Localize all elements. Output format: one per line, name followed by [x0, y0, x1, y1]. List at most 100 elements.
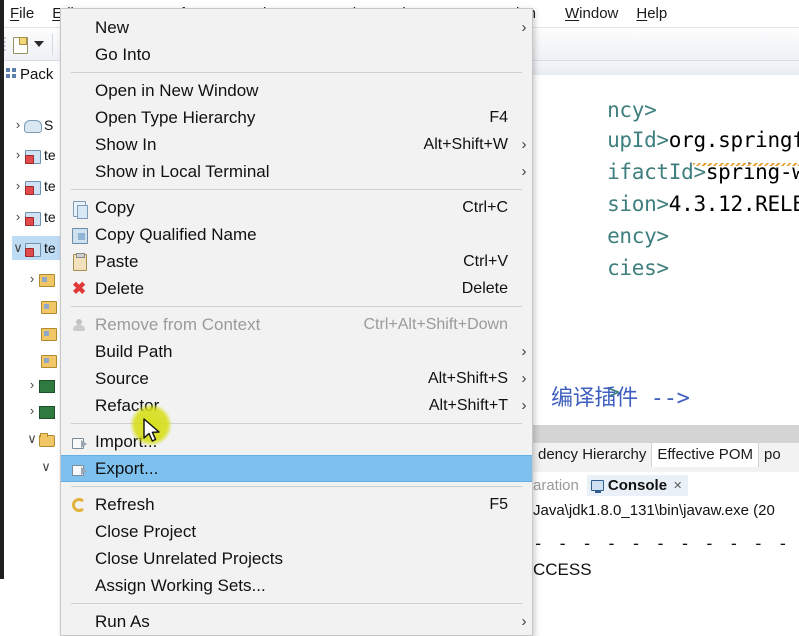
collapse-chevron-icon[interactable]: ∨ — [26, 573, 38, 579]
import-icon — [69, 432, 95, 452]
context-menu-label: Go Into — [95, 44, 151, 64]
context-menu-item-run-as[interactable]: Run As › — [61, 608, 532, 635]
menu-item-window[interactable]: Window — [565, 5, 618, 22]
copy-qualified-name-icon — [69, 225, 95, 245]
collapse-chevron-icon[interactable]: ∨ — [12, 236, 24, 260]
tree-item-6[interactable] — [40, 294, 60, 318]
console-tab-label: Console — [607, 476, 668, 494]
context-menu-label: Open in New Window — [95, 80, 259, 100]
tree-item-8[interactable] — [40, 348, 60, 372]
context-menu-label: Show in Local Terminal — [95, 161, 270, 181]
context-menu-accel: Ctrl+V — [463, 252, 508, 270]
tree-item-7[interactable] — [40, 321, 60, 345]
delete-icon: ✖ — [72, 278, 87, 298]
context-menu-item-close-project[interactable]: Close Project — [61, 518, 532, 545]
tab-console[interactable]: Console ✕ — [586, 474, 689, 496]
submenu-chevron-icon: › — [521, 343, 527, 360]
submenu-chevron-icon: › — [521, 163, 527, 180]
context-menu-accel: Alt+Shift+T — [428, 396, 508, 414]
tree-item-9[interactable]: › — [26, 373, 58, 397]
context-menu-item-copy-qualified-name[interactable]: Copy Qualified Name — [61, 221, 532, 248]
tree-item-10[interactable]: › — [26, 399, 58, 423]
context-menu-item-new[interactable]: New › — [61, 14, 532, 41]
expand-chevron-icon[interactable]: › — [12, 205, 24, 229]
paste-icon — [69, 252, 95, 272]
menu-item-icon-slot — [69, 549, 95, 569]
submenu-chevron-icon: › — [521, 136, 527, 153]
context-menu-item-export[interactable]: Export... — [61, 455, 532, 482]
new-wizard-icon[interactable] — [12, 36, 30, 54]
xml-editor[interactable]: ncy> upId>org.springfr ifactId>spring-we… — [533, 61, 799, 441]
submenu-chevron-icon: › — [521, 397, 527, 414]
console-separator-line: - - - - - - - - - - - - — [533, 534, 799, 554]
context-menu-label: Refresh — [95, 494, 155, 514]
expand-chevron-icon[interactable]: › — [26, 267, 38, 291]
context-menu-item-go-into[interactable]: Go Into — [61, 41, 532, 68]
context-menu-item-close-unrelated-projects[interactable]: Close Unrelated Projects — [61, 545, 532, 572]
submenu-chevron-icon: › — [521, 370, 527, 387]
menu-item-icon-slot — [69, 18, 95, 38]
collapse-chevron-icon[interactable]: ∨ — [40, 455, 52, 479]
context-menu-label: Refactor — [95, 395, 160, 415]
close-icon[interactable]: ✕ — [667, 479, 682, 492]
context-menu-item-delete[interactable]: ✖ Delete Delete — [61, 275, 532, 302]
console-line-1: CCESS — [533, 560, 592, 579]
tree-item-15[interactable]: ∨ — [26, 573, 58, 579]
window-left-edge — [0, 0, 4, 579]
tab-effective-pom[interactable]: Effective POM — [651, 442, 759, 467]
context-menu-item-refactor[interactable]: Refactor Alt+Shift+T › — [61, 392, 532, 419]
context-menu-item-source[interactable]: Source Alt+Shift+S › — [61, 365, 532, 392]
tree-item-5[interactable]: › — [26, 267, 58, 291]
tab-dependency-hierarchy[interactable]: dency Hierarchy — [533, 443, 651, 467]
context-menu-item-remove-from-context: Remove from Context Ctrl+Alt+Shift+Down — [61, 311, 532, 338]
project-context-menu[interactable]: New › Go Into Open in New Window Open Ty… — [60, 8, 533, 636]
tree-item-11[interactable]: ∨ — [26, 427, 58, 451]
expand-chevron-icon[interactable]: › — [26, 399, 38, 423]
expand-chevron-icon[interactable]: › — [12, 143, 24, 167]
tab-pom-xml[interactable]: po — [759, 443, 786, 467]
tab-declaration[interactable]: aration — [533, 477, 587, 494]
context-menu-item-show-in[interactable]: Show In Alt+Shift+W › — [61, 131, 532, 158]
console-output[interactable]: Java\jdk1.8.0_131\bin\javaw.exe (20 - - … — [533, 498, 799, 579]
expand-chevron-icon[interactable]: › — [12, 113, 24, 137]
menu-item-icon-slot — [69, 135, 95, 155]
context-menu-item-refresh[interactable]: Refresh F5 — [61, 491, 532, 518]
java-project-icon — [24, 148, 42, 164]
menu-item-file[interactable]: File — [10, 5, 34, 22]
context-menu-item-assign-working-sets[interactable]: Assign Working Sets... — [61, 572, 532, 599]
tree-item-12[interactable]: ∨ — [40, 455, 52, 479]
context-menu-item-open-in-new-window[interactable]: Open in New Window — [61, 77, 532, 104]
editor-tab-strip — [533, 61, 799, 75]
context-menu-label: Paste — [95, 251, 139, 271]
menu-item-icon-slot — [69, 45, 95, 65]
expand-chevron-icon[interactable]: › — [12, 174, 24, 198]
expand-chevron-icon[interactable]: › — [26, 373, 38, 397]
tree-item-label: te — [44, 240, 56, 256]
context-menu-item-build-path[interactable]: Build Path › — [61, 338, 532, 365]
tree-item-1[interactable]: › te — [12, 143, 56, 167]
menu-item-help[interactable]: Help — [636, 5, 667, 22]
context-menu-label: Open Type Hierarchy — [95, 107, 256, 127]
java-project-icon — [24, 210, 42, 226]
tree-item-label: S — [44, 117, 54, 133]
package-explorer-tab-label: Pack — [20, 65, 54, 83]
tree-item-0[interactable]: › S — [12, 113, 54, 137]
tree-item-label: te — [44, 147, 56, 163]
context-menu-label: Build Path — [95, 341, 173, 361]
menu-separator — [71, 72, 522, 73]
context-menu-item-copy[interactable]: Copy Ctrl+C — [61, 194, 532, 221]
tree-item-2[interactable]: › te — [12, 174, 56, 198]
library-icon — [38, 378, 56, 393]
code-line-3-text: 4.3.12.RELEA — [668, 192, 799, 216]
view-tab-background — [533, 425, 799, 443]
context-menu-item-show-in-local-terminal[interactable]: Show in Local Terminal › — [61, 158, 532, 185]
context-menu-label: Run As — [95, 611, 150, 631]
eclipse-main-window: File Edit Source Refactor Navigate Searc… — [0, 0, 799, 636]
context-menu-item-import[interactable]: Import... — [61, 428, 532, 455]
new-dropdown-chevron-icon[interactable] — [34, 41, 44, 47]
menu-separator — [71, 423, 522, 424]
tree-item-3[interactable]: › te — [12, 205, 56, 229]
context-menu-item-paste[interactable]: Paste Ctrl+V — [61, 248, 532, 275]
context-menu-item-open-type-hierarchy[interactable]: Open Type Hierarchy F4 — [61, 104, 532, 131]
collapse-chevron-icon[interactable]: ∨ — [26, 427, 38, 451]
